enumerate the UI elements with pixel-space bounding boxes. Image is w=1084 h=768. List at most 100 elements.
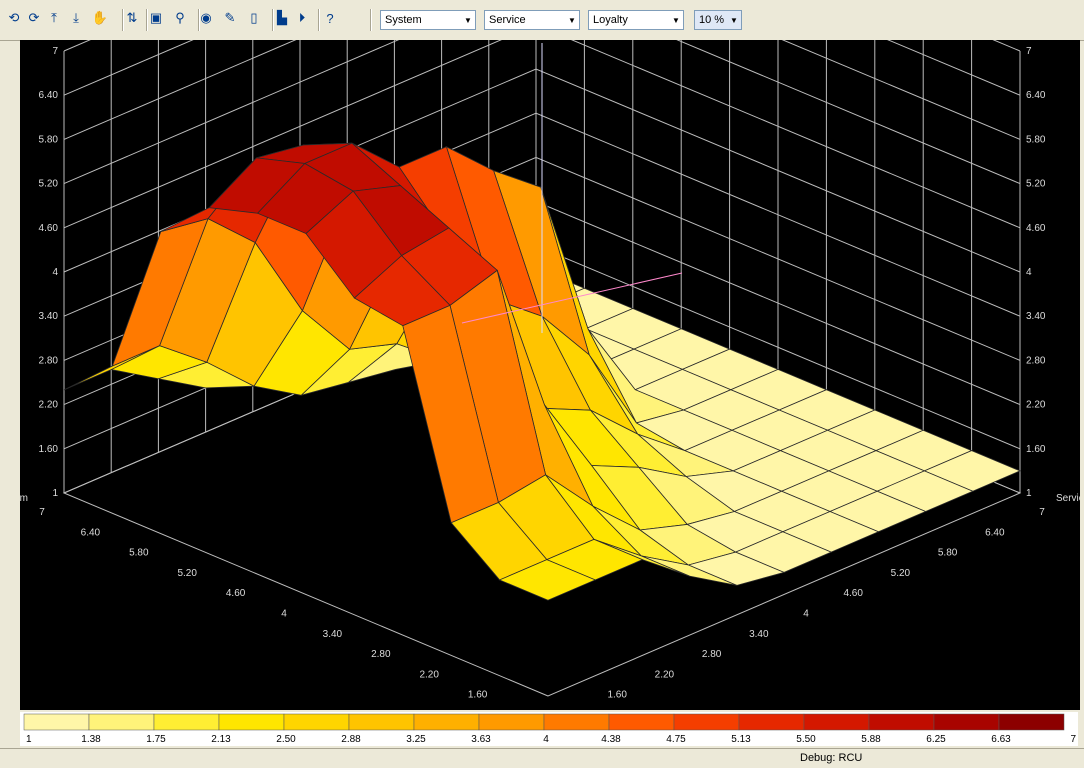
color-scale-swatch [868,713,935,731]
system-tick: 3.40 [323,629,343,640]
x-axis-dropdown[interactable]: System ▼ [380,10,476,30]
status-bar: Debug: RCU [0,748,1084,768]
color-scale-svg: 1 1.38 1.75 2.13 2.50 2.88 3.25 3.63 4 4.38 4.75 5.… [23,713,1076,745]
toolbar-separator [146,9,148,31]
z-tick-left: 4 [52,267,58,278]
y-axis-dropdown[interactable]: Service ▼ [484,10,580,30]
color-scale-swatch [998,713,1065,731]
z-tick-left: 5.20 [39,179,59,190]
z-tick-right: 1.60 [1026,444,1046,455]
z-tick-left: 2.20 [39,400,59,411]
tilt-down-icon[interactable]: ⤓ [66,8,86,28]
zoom-dropdown[interactable]: 10 % ▼ [694,10,742,30]
x-axis-title: System [20,493,28,504]
z-tick-left: 7 [52,46,58,57]
toolbar-separator [122,9,124,31]
system-tick: 5.80 [129,548,149,559]
z-axis-dropdown[interactable]: Loyalty ▼ [588,10,684,30]
chevron-down-icon: ▼ [568,15,576,25]
color-scale-swatch [283,713,350,731]
z-tick-right: 5.20 [1026,179,1046,190]
color-scale-swatch [348,713,415,731]
z-tick-right: 2.80 [1026,355,1046,366]
toolbar-separator [318,9,320,31]
hand-pan-icon[interactable]: ✋ [90,8,110,28]
system-tick: 7 [39,507,45,518]
color-scale-tick: 1.38 [81,734,101,745]
pencil-icon[interactable]: ✎ [220,8,240,28]
y-axis-value: Service [489,14,526,26]
system-tick: 6.40 [81,527,101,538]
z-tick-left: 1 [52,488,58,499]
tilt-up-icon[interactable]: ⤒ [44,8,64,28]
help-icon[interactable]: ? [320,8,340,28]
z-tick-right: 4.60 [1026,223,1046,234]
z-tick-left: 2.80 [39,355,59,366]
tree-icon[interactable]: ⚲ [170,8,190,28]
toolbar-separator [272,9,274,31]
z-tick-right: 7 [1026,46,1032,57]
rotate-right-icon[interactable]: ⟳ [24,8,44,28]
color-scale-tick: 1 [26,734,32,745]
color-scale-tick: 5.13 [731,734,751,745]
color-scale-swatch [738,713,805,731]
z-tick-right: 3.40 [1026,311,1046,322]
z-tick-left: 4.60 [39,223,59,234]
chart-icon[interactable]: ▙ [272,8,292,28]
color-scale-swatch [153,713,220,731]
z-tick-left: 6.40 [39,90,59,101]
color-scale-swatch [608,713,675,731]
frame-icon[interactable]: ▣ [146,8,166,28]
surface-plot[interactable]: 11111.601.601.601.602.202.202.202.202.80… [20,40,1080,710]
z-axis-value: Loyalty [593,14,628,26]
z-tick-left: 3.40 [39,311,59,322]
color-scale-tick: 4.75 [666,734,686,745]
toolbar: ⟲ ⟳ ⤒ ⤓ ✋ ⇅ ▣ ⚲ ◉ ✎ ▯ ▙ ⏵? System ▼ Service ▼ Loyalt… [0,0,1084,41]
sliders-icon[interactable]: ⇅ [122,8,142,28]
service-tick: 5.80 [938,548,958,559]
color-scale-swatch [413,713,480,731]
page-icon[interactable]: ▯ [244,8,264,28]
z-tick-left: 5.80 [39,134,59,145]
z-tick-left: 1.60 [39,444,59,455]
system-tick: 1.60 [468,690,488,701]
z-tick-right: 2.20 [1026,400,1046,411]
z-tick-right: 6.40 [1026,90,1046,101]
color-scale-swatch [478,713,545,731]
system-tick: 4 [281,609,287,620]
color-scale-tick: 2.50 [276,734,296,745]
y-axis-title: Service [1056,493,1080,504]
service-tick: 3.40 [749,629,769,640]
color-scale-tick: 6.63 [991,734,1011,745]
rotate-left-icon[interactable]: ⟲ [4,8,24,28]
service-tick: 7 [1039,507,1045,518]
service-tick: 2.80 [702,649,722,660]
service-tick: 4 [803,609,809,620]
chevron-down-icon: ▼ [464,15,472,25]
play-step-icon[interactable]: ⏵ [292,8,312,28]
color-scale-tick: 4.38 [601,734,621,745]
color-scale-swatch [23,713,90,731]
surface-plot-svg[interactable]: 11111.601.601.601.602.202.202.202.202.80… [20,40,1080,710]
service-tick: 2.20 [655,669,675,680]
color-scale-tick: 2.88 [341,734,361,745]
toolbar-separator [198,9,200,31]
z-tick-right: 1 [1026,488,1032,499]
system-tick: 2.20 [419,669,439,680]
color-scale-swatch [803,713,870,731]
color-scale-tick: 3.25 [406,734,426,745]
color-scale-tick: 7 [1070,734,1076,745]
debug-status: Debug: RCU [800,752,863,764]
color-scale-tick: 2.13 [211,734,231,745]
service-tick: 1.60 [607,690,627,701]
color-scale: 1 1.38 1.75 2.13 2.50 2.88 3.25 3.63 4 4.38 4.75 5.… [20,712,1078,746]
color-scale-tick: 4 [543,734,549,745]
color-scale-tick: 5.50 [796,734,816,745]
color-scale-tick: 6.25 [926,734,946,745]
chevron-down-icon: ▼ [730,15,738,25]
color-scale-tick: 5.88 [861,734,881,745]
toolbar-separator [370,9,372,31]
color-scale-swatch [88,713,155,731]
chevron-down-icon: ▼ [672,15,680,25]
system-tick: 5.20 [177,568,197,579]
